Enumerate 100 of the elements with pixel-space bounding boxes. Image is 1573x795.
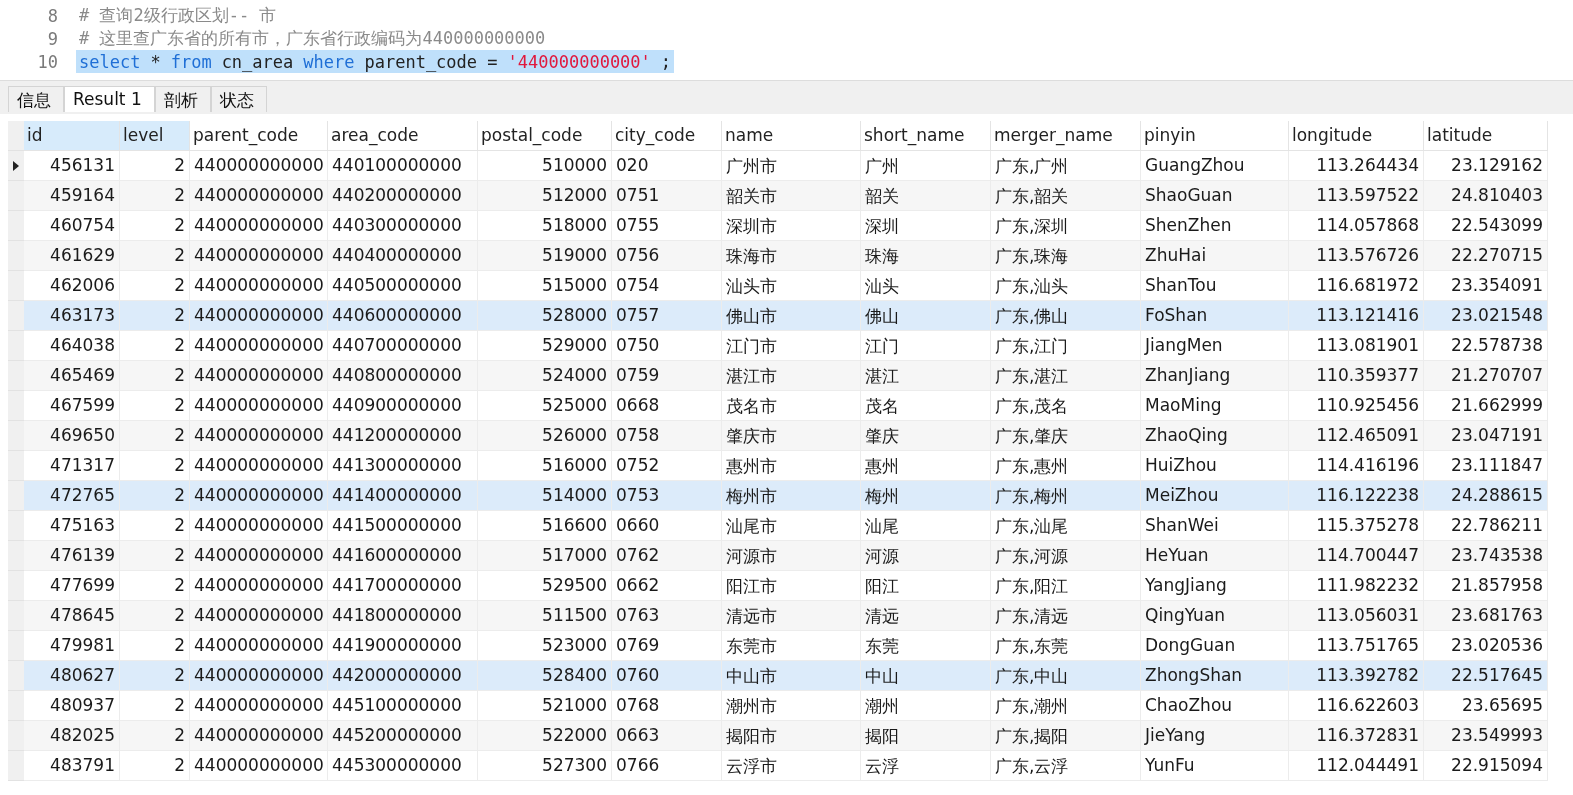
table-cell: 525000 [478,391,612,421]
table-cell: 0662 [612,571,722,601]
table-cell: 广东,肇庆 [991,421,1141,451]
table-cell: 114.700447 [1289,541,1424,571]
table-cell: 440000000000 [190,511,328,541]
table-cell: 456131 [24,151,120,181]
table-cell: 0768 [612,691,722,721]
table-cell: 445100000000 [328,691,478,721]
table-cell: 0660 [612,511,722,541]
table-cell: 汕尾市 [722,511,861,541]
current-row-icon [13,160,19,171]
column-header[interactable]: merger_name [991,121,1141,151]
column-header[interactable]: city_code [612,121,722,151]
table-cell: 21.270707 [1424,361,1548,391]
table-cell: 广东,江门 [991,331,1141,361]
table-cell: 0756 [612,241,722,271]
table-cell: 广东,惠州 [991,451,1141,481]
table-cell: ShaoGuan [1141,181,1289,211]
table-cell: 广东,清远 [991,601,1141,631]
table-cell: 汕头市 [722,271,861,301]
table-cell: JieYang [1141,721,1289,751]
column-header[interactable]: pinyin [1141,121,1289,151]
table-cell: 2 [120,211,190,241]
column-header[interactable]: longitude [1289,121,1424,151]
row-indicator[interactable] [8,151,24,181]
table-cell: 广东,潮州 [991,691,1141,721]
column-header[interactable]: name [722,121,861,151]
table-cell: 0755 [612,211,722,241]
code-comment: # 这里查广东省的所有市，广东省行政编码为440000000000 [79,27,546,50]
table-cell: 480627 [24,661,120,691]
table-cell: 440000000000 [190,331,328,361]
table-cell: 2 [120,331,190,361]
table-cell: 440500000000 [328,271,478,301]
table-cell: 112.044491 [1289,751,1424,781]
table-cell: 2 [120,241,190,271]
table-cell: 440000000000 [190,181,328,211]
table-cell: 440300000000 [328,211,478,241]
table-cell: 440000000000 [190,151,328,181]
result-tab[interactable]: 信息 [8,86,64,112]
table-cell: ShenZhen [1141,211,1289,241]
table-cell: 2 [120,631,190,661]
table-cell: 广东,珠海 [991,241,1141,271]
table-cell: 469650 [24,421,120,451]
line-number: 9 [46,28,59,49]
column-header[interactable]: area_code [328,121,478,151]
table-cell: 440000000000 [190,751,328,781]
table-cell: 518000 [478,211,612,241]
table-cell: 2 [120,751,190,781]
table-cell: 22.517645 [1424,661,1548,691]
table-cell: 22.915094 [1424,751,1548,781]
table-cell: 472765 [24,481,120,511]
column-header[interactable]: short_name [861,121,991,151]
table-cell: 广东,揭阳 [991,721,1141,751]
table-cell: 528000 [478,301,612,331]
table-cell: 516000 [478,451,612,481]
table-cell: 清远 [861,601,991,631]
table-cell: 梅州 [861,481,991,511]
table-cell: 441400000000 [328,481,478,511]
table-cell: 湛江 [861,361,991,391]
column-header[interactable]: latitude [1424,121,1548,151]
table-cell: 惠州 [861,451,991,481]
table-cell: 445300000000 [328,751,478,781]
table-cell: 22.270715 [1424,241,1548,271]
column-header[interactable]: level [120,121,190,151]
table-cell: 21.857958 [1424,571,1548,601]
table-cell: 茂名 [861,391,991,421]
table-cell: 440000000000 [190,391,328,421]
table-cell: 440200000000 [328,181,478,211]
table-cell: 116.372831 [1289,721,1424,751]
table-cell: 529000 [478,331,612,361]
table-cell: 佛山市 [722,301,861,331]
result-tab[interactable]: 剖析 [154,86,211,112]
column-header[interactable]: id [24,121,120,151]
table-cell: ZhanJiang [1141,361,1289,391]
table-cell: 440000000000 [190,301,328,331]
result-tab[interactable]: Result 1 [64,86,155,112]
table-cell: 0769 [612,631,722,661]
table-cell: 惠州市 [722,451,861,481]
table-cell: 潮州 [861,691,991,721]
table-cell: 23.743538 [1424,541,1548,571]
table-cell: 440000000000 [190,241,328,271]
table-cell: 445200000000 [328,721,478,751]
table-cell: 461629 [24,241,120,271]
sql-code: ; [660,51,672,72]
table-cell: 2 [120,391,190,421]
table-cell: 441900000000 [328,631,478,661]
table-cell: 483791 [24,751,120,781]
table-cell: 0762 [612,541,722,571]
table-cell: 0668 [612,391,722,421]
column-header[interactable]: postal_code [478,121,612,151]
table-cell: 23.354091 [1424,271,1548,301]
table-cell: 471317 [24,451,120,481]
table-cell: 460754 [24,211,120,241]
result-tab[interactable]: 状态 [210,86,267,112]
column-header[interactable]: parent_code [190,121,328,151]
table-cell: 526000 [478,421,612,451]
table-cell: 2 [120,511,190,541]
table-cell: 116.681972 [1289,271,1424,301]
table-cell: 23.129162 [1424,151,1548,181]
table-cell: 广州市 [722,151,861,181]
